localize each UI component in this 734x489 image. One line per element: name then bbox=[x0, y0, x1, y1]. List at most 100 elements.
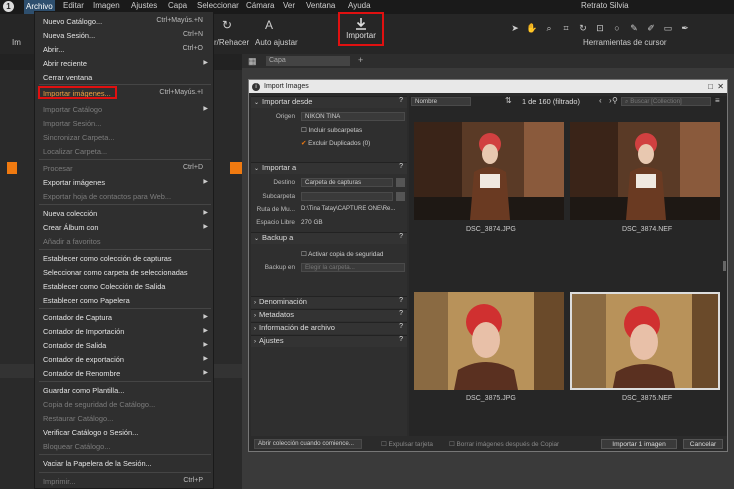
file-menu-item[interactable]: Exportar imágenes ▶ bbox=[35, 178, 213, 190]
file-menu-item[interactable]: Contador de Importación ▶ bbox=[35, 327, 213, 339]
eraser-icon[interactable]: ✐ bbox=[644, 21, 658, 35]
file-menu-item[interactable]: Abrir reciente ▶ bbox=[35, 59, 213, 71]
menu-capa[interactable]: Capa bbox=[168, 1, 187, 10]
file-menu-item-label: Contador de Importación bbox=[43, 327, 125, 336]
help-icon[interactable]: ? bbox=[399, 233, 403, 240]
menu-ayuda[interactable]: Ayuda bbox=[348, 1, 371, 10]
file-menu-item[interactable]: Establecer como colección de capturas bbox=[35, 254, 213, 266]
layer-select[interactable]: Capa bbox=[266, 56, 350, 66]
file-menu-item[interactable]: Nueva Sesión... Ctrl+N bbox=[35, 31, 213, 43]
file-menu-item-label: Guardar como Plantilla... bbox=[43, 386, 125, 395]
rotate-icon[interactable]: ↻ bbox=[576, 21, 590, 35]
file-menu-item[interactable]: Contador de Salida ▶ bbox=[35, 341, 213, 353]
help-icon[interactable]: ? bbox=[399, 323, 403, 330]
section-naming-label: Denominación bbox=[259, 297, 307, 306]
section-adjustments[interactable]: › Ajustes? bbox=[251, 335, 407, 347]
file-menu-item[interactable]: Vaciar la Papelera de la Sesión... bbox=[35, 459, 213, 471]
gradient-icon[interactable]: ▭ bbox=[661, 21, 675, 35]
thumbnail-4-selected[interactable] bbox=[570, 292, 720, 390]
close-icon[interactable]: ✕ bbox=[717, 80, 724, 93]
filter-icon[interactable]: ⚲ bbox=[612, 96, 618, 105]
help-icon[interactable]: ? bbox=[399, 297, 403, 304]
thumbnail-2[interactable] bbox=[570, 122, 720, 220]
sort-select[interactable]: Nombre bbox=[411, 97, 471, 106]
subfolder-options-icon[interactable] bbox=[396, 192, 405, 201]
menu-icon[interactable]: ≡ bbox=[715, 96, 720, 105]
menu-ventana[interactable]: Ventana bbox=[306, 1, 335, 10]
spot-icon[interactable]: ○ bbox=[610, 21, 624, 35]
file-menu-item[interactable]: Nueva colección ▶ bbox=[35, 209, 213, 221]
thumbnail-3[interactable] bbox=[414, 292, 564, 390]
picker-icon[interactable]: ✒ bbox=[678, 21, 692, 35]
help-icon[interactable]: ? bbox=[399, 163, 403, 170]
grid-view-icon[interactable]: ▦ bbox=[248, 56, 257, 67]
prev-icon[interactable]: ‹ bbox=[599, 96, 602, 105]
file-menu-item[interactable]: Abrir... Ctrl+O bbox=[35, 45, 213, 57]
backup-location-select[interactable]: Elegir la carpeta... bbox=[301, 263, 405, 272]
help-icon[interactable]: ? bbox=[399, 336, 403, 343]
file-menu-item-label: Nuevo Catálogo... bbox=[43, 17, 103, 26]
delete-after-copy-checkbox[interactable]: ☐ Borrar imágenes después de Copiar bbox=[449, 440, 559, 448]
keystone-icon[interactable]: ⊡ bbox=[593, 21, 607, 35]
file-menu-item[interactable]: Nuevo Catálogo... Ctrl+Mayús.+N bbox=[35, 17, 213, 29]
import-images-button[interactable]: Importar 1 imagen bbox=[601, 439, 677, 449]
file-menu-item[interactable]: Contador de Renombre ▶ bbox=[35, 369, 213, 381]
folder-icon[interactable] bbox=[396, 178, 405, 187]
file-menu-item[interactable]: Crear Álbum con ▶ bbox=[35, 223, 213, 235]
menu-ver[interactable]: Ver bbox=[283, 1, 295, 10]
add-layer-icon[interactable]: + bbox=[358, 55, 363, 65]
include-subfolders-checkbox[interactable]: ☐ Incluir subcarpetas bbox=[301, 126, 362, 134]
help-icon[interactable]: ? bbox=[399, 97, 403, 104]
file-menu-item: Importar Sesión... bbox=[35, 119, 213, 131]
zoom-icon[interactable]: ⌕ bbox=[542, 21, 556, 35]
thumbnail-2-caption: DSC_3874.NEF bbox=[622, 226, 673, 233]
dialog-footer: Abrir colección cuando comience... ☐ Exp… bbox=[251, 437, 727, 451]
select-cursor-icon[interactable]: ➤ bbox=[508, 21, 522, 35]
search-input[interactable]: ⌕ Buscar [Collection] bbox=[621, 97, 711, 106]
menu-ajustes[interactable]: Ajustes bbox=[131, 1, 157, 10]
help-icon[interactable]: ? bbox=[399, 310, 403, 317]
destination-select[interactable]: Carpeta de capturas bbox=[301, 178, 393, 187]
pan-hand-icon[interactable]: ✋ bbox=[525, 21, 539, 35]
activate-backup-checkbox[interactable]: ☐ Activar copia de seguridad bbox=[301, 250, 383, 258]
file-menu-item-label: Restaurar Catálogo... bbox=[43, 414, 114, 423]
menu-editar[interactable]: Editar bbox=[63, 1, 84, 10]
auto-adjust-button[interactable]: Auto ajustar bbox=[255, 38, 298, 47]
section-file-info[interactable]: › Información de archivo? bbox=[251, 322, 407, 334]
cancel-button[interactable]: Cancelar bbox=[683, 439, 723, 449]
origin-label: Origen bbox=[275, 113, 295, 120]
brush-icon[interactable]: ✎ bbox=[627, 21, 641, 35]
menu-imagen[interactable]: Imagen bbox=[93, 1, 120, 10]
eject-card-checkbox[interactable]: ☐ Expulsar tarjeta bbox=[381, 440, 433, 448]
open-collection-select[interactable]: Abrir colección cuando comience... bbox=[254, 439, 362, 449]
file-menu-item[interactable]: Guardar como Plantilla... bbox=[35, 386, 213, 398]
sort-direction-icon[interactable]: ⇅ bbox=[505, 96, 512, 105]
file-menu-item[interactable]: Establecer como Colección de Salida bbox=[35, 282, 213, 294]
file-menu-item[interactable]: Verificar Catálogo o Sesión... bbox=[35, 428, 213, 440]
destination-value: Carpeta de capturas bbox=[305, 179, 362, 186]
undo-redo-button[interactable]: r/Rehacer bbox=[214, 38, 249, 47]
maximize-icon[interactable]: □ bbox=[708, 80, 713, 93]
eject-card-label: Expulsar tarjeta bbox=[388, 441, 433, 448]
scrollbar-thumb[interactable] bbox=[723, 261, 726, 271]
section-metadata[interactable]: › Metadatos? bbox=[251, 309, 407, 321]
subfolder-input[interactable] bbox=[301, 192, 393, 201]
file-menu-item[interactable]: Seleccionar como carpeta de seleccionada… bbox=[35, 268, 213, 280]
crop-icon[interactable]: ⌗ bbox=[559, 21, 573, 35]
section-import-to[interactable]: ⌄ Importar a? bbox=[251, 162, 407, 174]
section-backup[interactable]: ⌄ Backup a? bbox=[251, 232, 407, 244]
menu-camara[interactable]: Cámara bbox=[246, 1, 274, 10]
section-import-from[interactable]: ⌄ Importar desde? bbox=[251, 96, 407, 108]
redo-icon[interactable]: ↻ bbox=[222, 18, 232, 32]
section-naming[interactable]: › Denominación? bbox=[251, 296, 407, 308]
file-menu-item[interactable]: Contador de Captura ▶ bbox=[35, 313, 213, 325]
file-menu-item-label: Localizar Carpeta... bbox=[43, 147, 108, 156]
exclude-duplicates-checkbox[interactable]: ✔ Excluir Duplicados (0) bbox=[301, 139, 370, 147]
auto-adjust-icon[interactable]: A bbox=[265, 18, 273, 32]
file-menu-item[interactable]: Establecer como Papelera bbox=[35, 296, 213, 308]
import-button[interactable]: Importar bbox=[338, 12, 384, 46]
file-menu-item[interactable]: Contador de exportación ▶ bbox=[35, 355, 213, 367]
menu-seleccionar[interactable]: Seleccionar bbox=[197, 1, 239, 10]
thumbnail-1[interactable] bbox=[414, 122, 564, 220]
origin-select[interactable]: NIKON TINA bbox=[301, 112, 405, 121]
